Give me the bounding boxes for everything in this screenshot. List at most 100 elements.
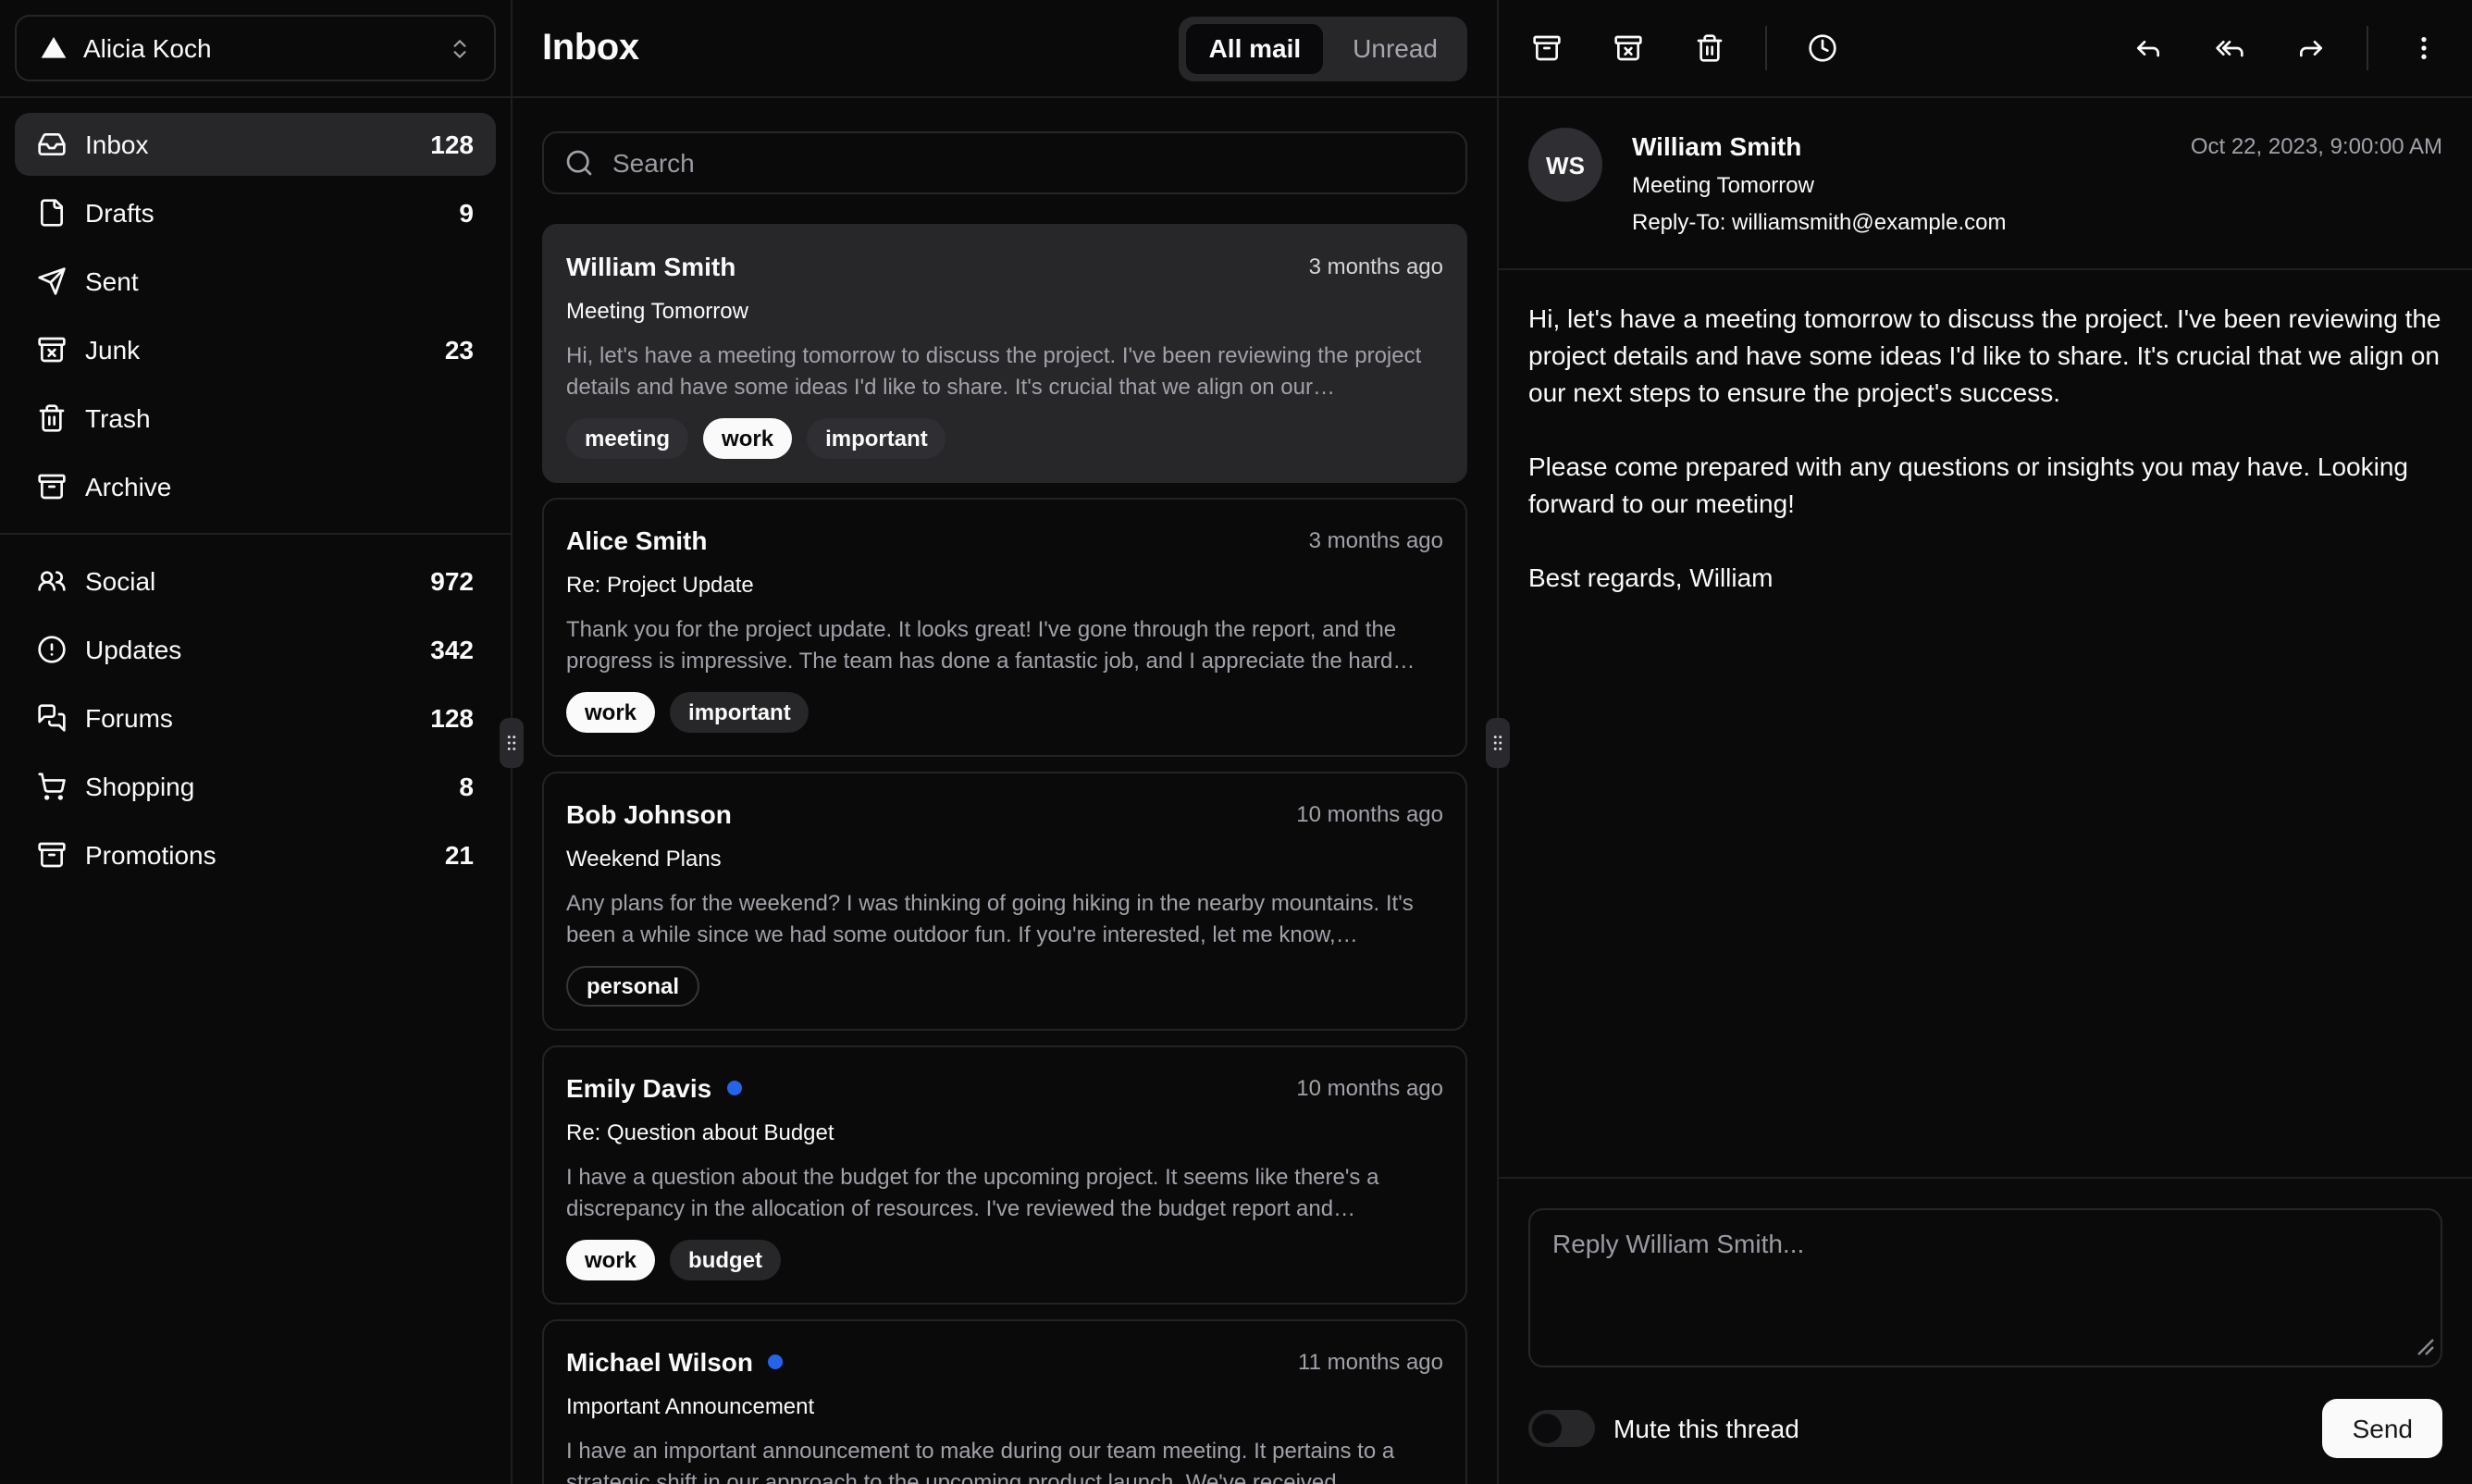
email-list-item[interactable]: William Smith 3 months ago Meeting Tomorro… (542, 224, 1467, 483)
email-list-item[interactable]: Michael Wilson 11 months ago Important Ann… (542, 1319, 1467, 1484)
message-paragraph: Please come prepared with any questions … (1528, 451, 2408, 518)
search-input[interactable] (609, 146, 1445, 179)
message-header: WS William Smith Meeting Tomorrow Reply-… (1499, 98, 2472, 268)
sidebar-item-inbox[interactable]: Inbox 128 (15, 113, 496, 176)
sidebar: Alicia Koch Inbox 128 Drafts 9 Sent Junk 23 Tra… (0, 0, 513, 1484)
tab-all-mail[interactable]: All mail (1186, 23, 1324, 73)
label-badge[interactable]: work (566, 692, 656, 733)
email-subject: Meeting Tomorrow (566, 298, 748, 324)
message-reply-to: Reply-To: williamsmith@example.com (1632, 209, 2007, 235)
forward-icon (2296, 33, 2326, 63)
sidebar-item-count: 8 (459, 772, 474, 801)
email-row-header: Michael Wilson 11 months ago (566, 1343, 1443, 1380)
email-time: 10 months ago (1296, 801, 1443, 827)
sidebar-item-label: Sent (85, 266, 139, 296)
reply-textarea[interactable] (1528, 1208, 2442, 1367)
unread-dot (768, 1354, 784, 1369)
more-vertical-button[interactable] (2391, 15, 2457, 81)
more-vertical-icon (2409, 33, 2439, 63)
sidebar-item-shopping[interactable]: Shopping 8 (15, 755, 496, 818)
email-labels: work budget (566, 1240, 1443, 1280)
sidebar-item-drafts[interactable]: Drafts 9 (15, 181, 496, 244)
sidebar-item-count: 23 (444, 335, 474, 365)
toolbar-left-group (1514, 15, 1856, 81)
label-badge[interactable]: budget (670, 1240, 782, 1280)
sidebar-item-label: Updates (85, 635, 182, 664)
mute-thread-toggle[interactable] (1528, 1410, 1595, 1447)
inbox-icon (37, 130, 67, 159)
sidebar-nav-primary: Inbox 128 Drafts 9 Sent Junk 23 Trash Archive (0, 98, 511, 533)
archive-icon (37, 840, 67, 870)
email-subject: Re: Question about Budget (566, 1119, 834, 1145)
email-labels: personal (566, 966, 1443, 1007)
email-list-item[interactable]: Alice Smith 3 months ago Re: Project Updat… (542, 498, 1467, 757)
email-time: 11 months ago (1298, 1349, 1443, 1375)
archive-x-icon (1613, 33, 1643, 63)
snooze-clock-button[interactable] (1789, 15, 1856, 81)
list-header: Inbox All mail Unread (513, 0, 1497, 96)
sidebar-item-updates[interactable]: Updates 342 (15, 618, 496, 681)
reply-button[interactable] (2115, 15, 2182, 81)
search-box (542, 131, 1467, 194)
label-badge[interactable]: important (807, 418, 946, 459)
file-icon (37, 198, 67, 228)
message-date: Oct 22, 2023, 9:00:00 AM (2190, 133, 2442, 159)
toolbar-divider (1765, 26, 1767, 70)
trash-button[interactable] (1676, 15, 1743, 81)
account-switcher[interactable]: Alicia Koch (15, 15, 496, 81)
sidebar-item-label: Trash (85, 403, 151, 433)
messages-square-icon (37, 703, 67, 733)
sidebar-item-junk[interactable]: Junk 23 (15, 318, 496, 381)
message-paragraph: Hi, let's have a meeting tomorrow to dis… (1528, 303, 2441, 407)
sidebar-item-label: Drafts (85, 198, 154, 228)
reply-textarea-wrap (1528, 1208, 2442, 1373)
message-paragraph: Best regards, William (1528, 563, 1774, 592)
account-switcher-row: Alicia Koch (0, 0, 511, 96)
email-time: 3 months ago (1308, 527, 1443, 553)
email-sender: Emily Davis (566, 1073, 712, 1103)
message-sender: William Smith (1632, 131, 1802, 161)
sidebar-item-label: Forums (85, 703, 173, 733)
alert-circle-icon (37, 635, 67, 664)
toolbar-divider (2367, 26, 2368, 70)
message-subject: Meeting Tomorrow (1632, 172, 1814, 198)
toggle-thumb (1532, 1414, 1562, 1443)
forward-button[interactable] (2278, 15, 2344, 81)
snooze-clock-icon (1808, 33, 1837, 63)
sidebar-item-label: Promotions (85, 840, 216, 870)
send-button[interactable]: Send (2322, 1399, 2442, 1458)
email-list-item[interactable]: Emily Davis 10 months ago Re: Question abo… (542, 1045, 1467, 1305)
sidebar-item-trash[interactable]: Trash (15, 387, 496, 450)
email-row-header: Emily Davis 10 months ago (566, 1070, 1443, 1107)
reply-all-button[interactable] (2196, 15, 2263, 81)
sidebar-item-label: Inbox (85, 130, 149, 159)
list-resize-handle[interactable] (1486, 718, 1510, 768)
email-preview: Any plans for the weekend? I was thinkin… (566, 890, 1414, 947)
avatar: WS (1528, 128, 1602, 202)
sidebar-item-promotions[interactable]: Promotions 21 (15, 823, 496, 886)
email-labels: meeting work important (566, 418, 1443, 459)
email-list-item[interactable]: Bob Johnson 10 months ago Weekend Plans Any… (542, 772, 1467, 1031)
archive-icon (37, 472, 67, 501)
label-badge[interactable]: important (670, 692, 810, 733)
email-list: William Smith 3 months ago Meeting Tomorro… (513, 224, 1497, 1484)
email-row-header: William Smith 3 months ago (566, 248, 1443, 285)
label-badge[interactable]: personal (566, 966, 700, 1007)
sidebar-item-archive[interactable]: Archive (15, 455, 496, 518)
email-sender: Michael Wilson (566, 1347, 754, 1377)
mail-app: Alicia Koch Inbox 128 Drafts 9 Sent Junk 23 Tra… (0, 0, 2472, 1484)
sidebar-item-social[interactable]: Social 972 (15, 550, 496, 612)
label-badge[interactable]: work (703, 418, 793, 459)
email-time: 10 months ago (1296, 1075, 1443, 1101)
sidebar-resize-handle[interactable] (500, 718, 524, 768)
mail-list-panel: Inbox All mail Unread William Smith 3 mon… (513, 0, 1499, 1484)
archive-x-button[interactable] (1595, 15, 1662, 81)
sidebar-item-forums[interactable]: Forums 128 (15, 686, 496, 749)
sidebar-item-sent[interactable]: Sent (15, 250, 496, 313)
tab-unread[interactable]: Unread (1330, 23, 1460, 73)
label-badge[interactable]: work (566, 1240, 656, 1280)
sidebar-item-label: Junk (85, 335, 141, 365)
label-badge[interactable]: meeting (566, 418, 689, 459)
archive-button[interactable] (1514, 15, 1580, 81)
sidebar-item-label: Shopping (85, 772, 195, 801)
